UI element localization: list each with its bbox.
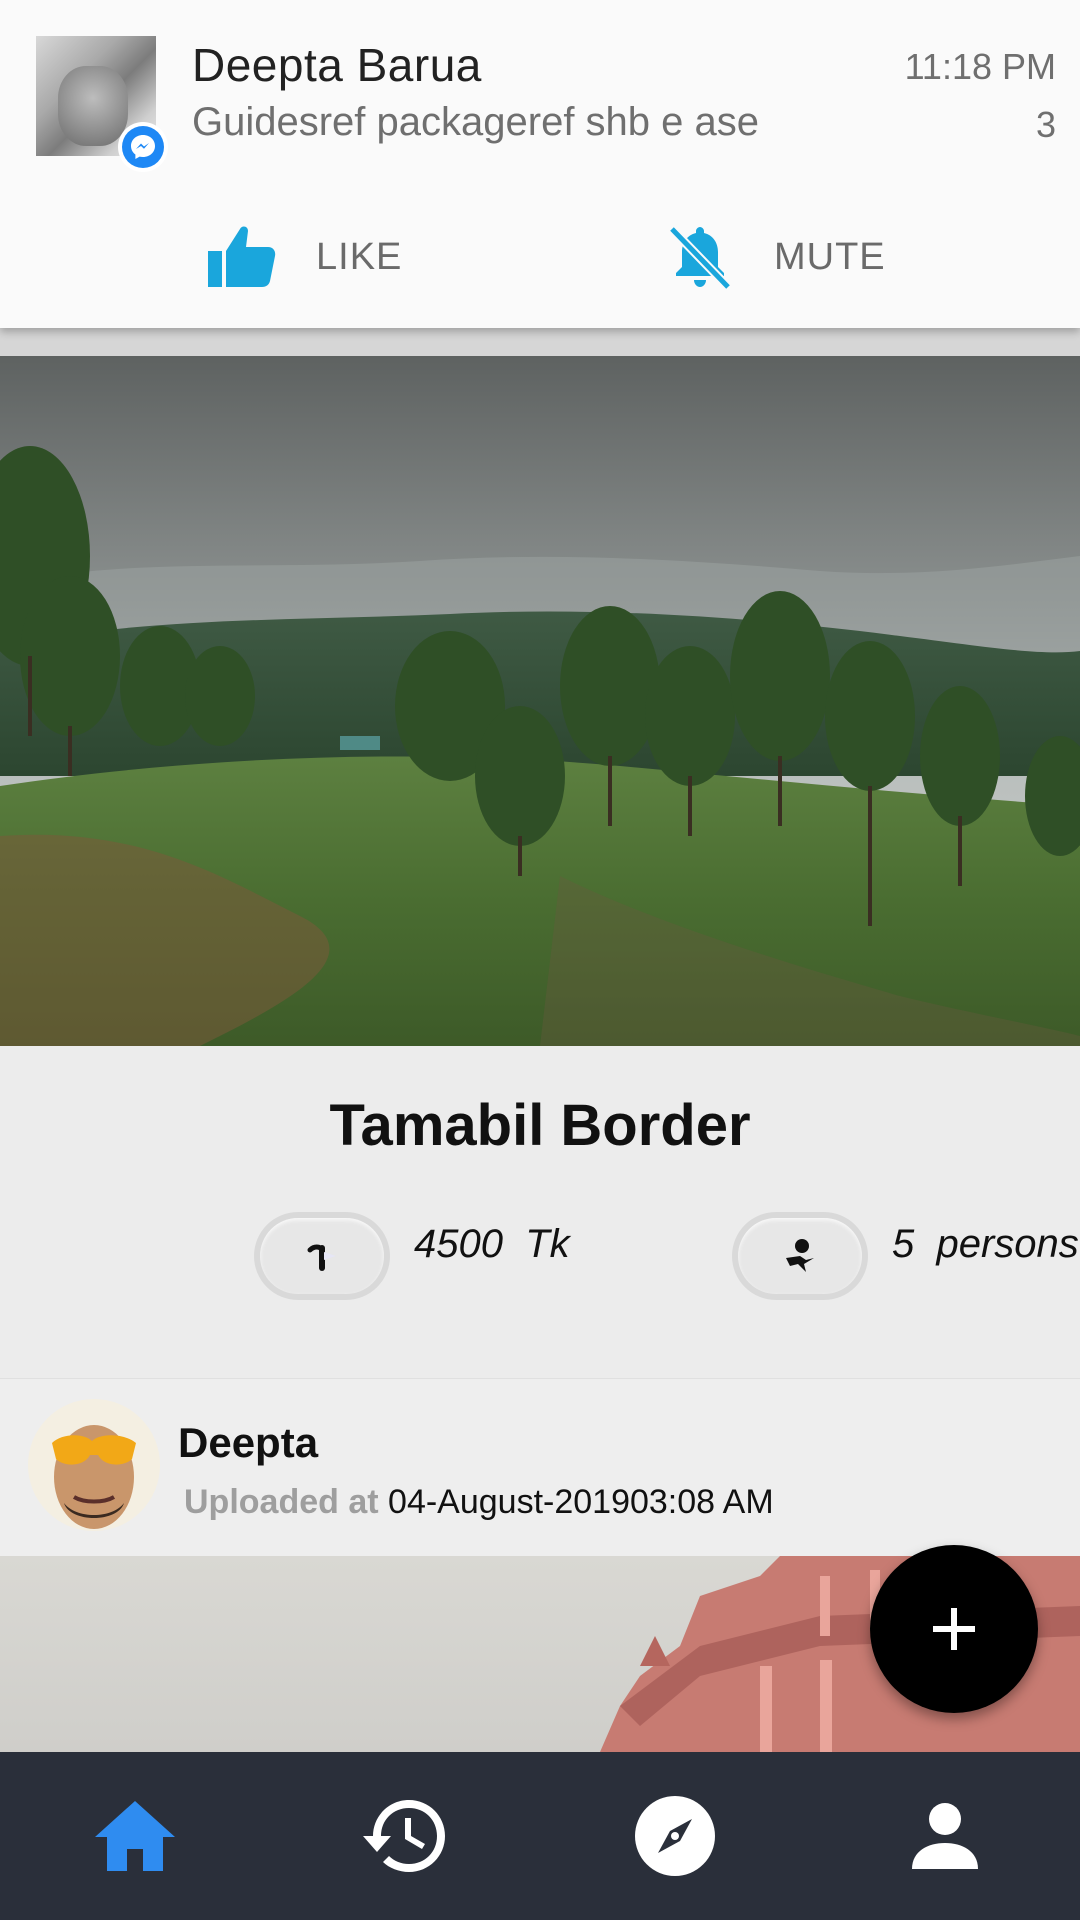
profile-icon <box>912 1803 978 1869</box>
place-title: Tamabil Border <box>329 1093 751 1158</box>
thumbs-up-icon <box>208 226 276 287</box>
uploader-avatar[interactable] <box>28 1399 160 1531</box>
messenger-notification[interactable]: Deepta Barua Guidesref packageref shb e … <box>0 0 1080 328</box>
notification-count: 3 <box>1035 104 1056 145</box>
nav-explore[interactable] <box>615 1776 735 1896</box>
notification-message: Guidesref packageref shb e ase <box>192 100 760 144</box>
price-badge <box>260 1218 384 1294</box>
price-value: 4500 Tk <box>414 1222 570 1266</box>
messenger-icon <box>118 122 168 172</box>
mute-button[interactable]: MUTE <box>664 212 886 302</box>
nav-history[interactable] <box>345 1776 465 1896</box>
persons-icon <box>786 1239 814 1272</box>
persons-badge <box>738 1218 862 1294</box>
history-icon <box>363 1800 445 1872</box>
like-button[interactable]: LIKE <box>206 212 402 302</box>
price-icon <box>307 1244 336 1271</box>
plus-icon <box>933 1608 975 1650</box>
mute-label: MUTE <box>774 235 886 278</box>
like-label: LIKE <box>316 235 403 278</box>
bell-off-icon <box>668 225 732 291</box>
notification-sender: Deepta Barua <box>192 39 482 91</box>
sender-avatar <box>36 36 168 172</box>
home-icon <box>95 1801 175 1871</box>
post-card[interactable]: Deepta Uploaded at 04-August-201903:08 A… <box>0 1378 1080 1557</box>
explore-compass-icon <box>635 1796 715 1876</box>
nav-home[interactable] <box>75 1776 195 1896</box>
notification-time: 11:18 PM <box>904 46 1056 87</box>
persons-value: 5 persons <box>892 1222 1079 1266</box>
add-post-button[interactable] <box>870 1545 1038 1713</box>
uploaded-label: Uploaded at <box>184 1483 379 1521</box>
feed-divider <box>0 328 1080 356</box>
uploaded-date: 04-August-201903:08 AM <box>388 1483 774 1521</box>
nav-profile[interactable] <box>885 1776 1005 1896</box>
upload-timestamp: Uploaded at 04-August-201903:08 AM <box>184 1483 774 1522</box>
bottom-navigation <box>0 1752 1080 1920</box>
post-photo[interactable] <box>0 356 1080 1046</box>
uploader-name[interactable]: Deepta <box>178 1419 318 1467</box>
